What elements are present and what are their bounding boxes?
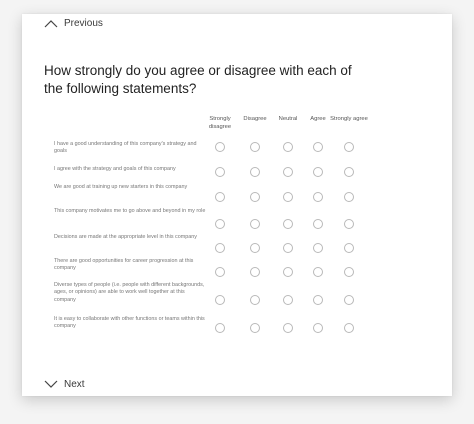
statement-label: There are good opportunities for career …: [54, 258, 194, 272]
radio-option[interactable]: [313, 142, 323, 152]
radio-option[interactable]: [215, 219, 225, 229]
statement-label: It is easy to collaborate with other fun…: [54, 316, 205, 330]
radio-option[interactable]: [250, 192, 260, 202]
radio-option[interactable]: [250, 219, 260, 229]
radio-option[interactable]: [215, 142, 225, 152]
statement-label: I agree with the strategy and goals of t…: [54, 166, 176, 172]
statement-label: Diverse types of people (i.e. people wit…: [54, 282, 205, 303]
radio-option[interactable]: [250, 295, 260, 305]
question-title: How strongly do you agree or disagree wi…: [44, 63, 352, 96]
radio-option[interactable]: [283, 243, 293, 253]
radio-option[interactable]: [215, 243, 225, 253]
radio-option[interactable]: [250, 142, 260, 152]
radio-option[interactable]: [250, 243, 260, 253]
statement-label: I have a good understanding of this comp…: [54, 141, 197, 155]
scale-header: Strongly disagree: [208, 116, 232, 130]
radio-option[interactable]: [250, 167, 260, 177]
statement-label: This company motivates me to go above an…: [54, 208, 206, 214]
statement-label: We are good at training up new starters …: [54, 184, 188, 190]
radio-option[interactable]: [283, 267, 293, 277]
radio-option[interactable]: [215, 192, 225, 202]
radio-option[interactable]: [283, 142, 293, 152]
radio-option[interactable]: [283, 219, 293, 229]
radio-option[interactable]: [344, 243, 354, 253]
radio-option[interactable]: [344, 142, 354, 152]
radio-option[interactable]: [215, 323, 225, 333]
radio-option[interactable]: [313, 192, 323, 202]
radio-option[interactable]: [344, 167, 354, 177]
radio-option[interactable]: [313, 167, 323, 177]
chevron-up-icon: [44, 20, 58, 28]
radio-option[interactable]: [283, 192, 293, 202]
radio-option[interactable]: [344, 295, 354, 305]
radio-option[interactable]: [283, 295, 293, 305]
radio-option[interactable]: [344, 192, 354, 202]
radio-option[interactable]: [313, 295, 323, 305]
next-label: Next: [64, 379, 85, 390]
radio-option[interactable]: [313, 219, 323, 229]
radio-option[interactable]: [313, 267, 323, 277]
radio-option[interactable]: [283, 167, 293, 177]
radio-option[interactable]: [250, 267, 260, 277]
previous-button[interactable]: Previous: [44, 18, 103, 29]
previous-label: Previous: [64, 18, 103, 29]
radio-option[interactable]: [215, 267, 225, 277]
radio-option[interactable]: [250, 323, 260, 333]
survey-card: Previous How strongly do you agree or di…: [22, 14, 452, 396]
radio-option[interactable]: [283, 323, 293, 333]
next-button[interactable]: Next: [44, 379, 85, 390]
chevron-down-icon: [44, 380, 58, 388]
radio-option[interactable]: [215, 167, 225, 177]
radio-option[interactable]: [215, 295, 225, 305]
radio-option[interactable]: [313, 323, 323, 333]
radio-option[interactable]: [313, 243, 323, 253]
scale-header: Strongly agree: [330, 116, 368, 122]
radio-option[interactable]: [344, 219, 354, 229]
radio-option[interactable]: [344, 267, 354, 277]
radio-option[interactable]: [344, 323, 354, 333]
statement-label: Decisions are made at the appropriate le…: [54, 234, 197, 240]
